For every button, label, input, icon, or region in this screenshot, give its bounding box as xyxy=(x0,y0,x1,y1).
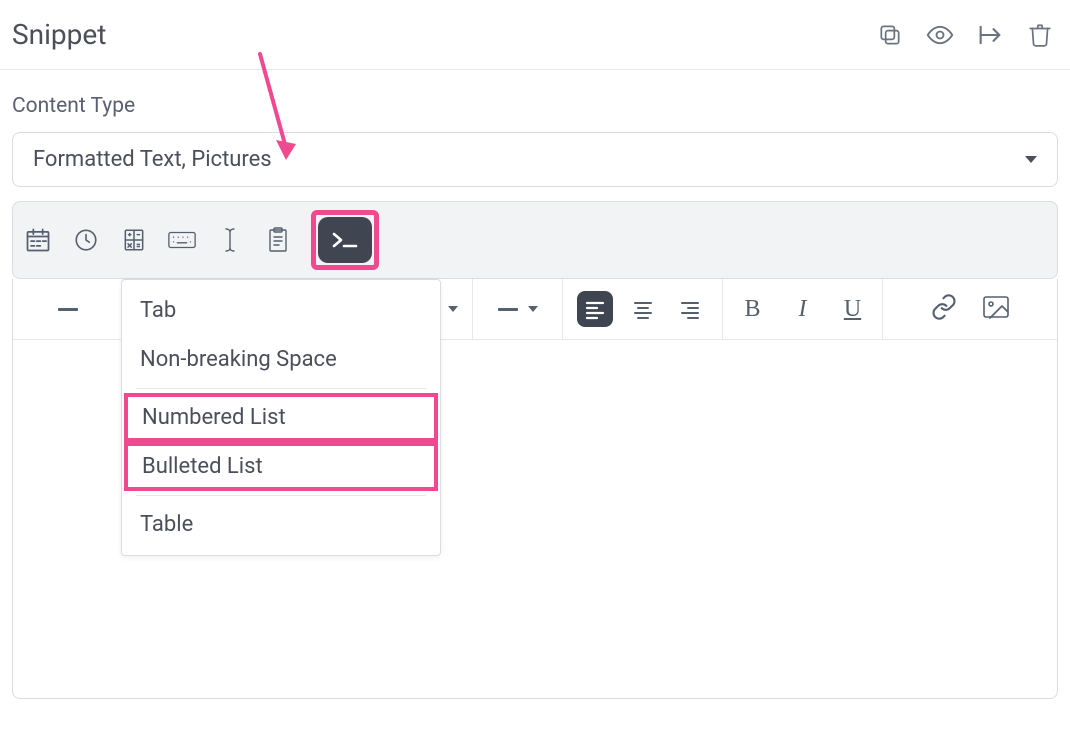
clipboard-icon xyxy=(266,226,290,254)
alignment-group xyxy=(563,279,723,339)
insert-cursor-button[interactable] xyxy=(215,225,245,255)
insert-clipboard-button[interactable] xyxy=(263,225,293,255)
insert-image-button[interactable] xyxy=(982,295,1010,323)
align-center-icon xyxy=(631,297,655,321)
align-left-button[interactable] xyxy=(577,291,613,327)
line-style-select[interactable] xyxy=(473,279,563,339)
bold-button[interactable]: B xyxy=(738,296,768,323)
calendar-icon xyxy=(24,226,52,254)
content-type-value: Formatted Text, Pictures xyxy=(33,147,272,172)
dropdown-item-nbsp[interactable]: Non-breaking Space xyxy=(122,335,440,384)
format-toolbar: B I U Tab Non-breaking Space Numbered Li… xyxy=(12,279,1058,339)
export-button[interactable] xyxy=(976,21,1004,49)
insert-math-button[interactable] xyxy=(119,225,149,255)
link-icon xyxy=(930,293,958,321)
dropdown-item-bulleted-list[interactable]: Bulleted List xyxy=(124,442,438,491)
font-size-stepper[interactable] xyxy=(13,279,123,339)
align-right-icon xyxy=(678,297,702,321)
underline-button[interactable]: U xyxy=(838,296,868,323)
calculator-icon xyxy=(121,227,147,253)
text-style-group: B I U xyxy=(723,279,883,339)
export-arrow-icon xyxy=(976,21,1004,49)
dropdown-item-tab[interactable]: Tab xyxy=(122,286,440,335)
align-right-button[interactable] xyxy=(672,291,708,327)
clock-icon xyxy=(73,227,99,253)
content-type-select[interactable]: Formatted Text, Pictures xyxy=(12,132,1058,187)
insert-special-button[interactable] xyxy=(318,217,372,263)
chevron-down-icon xyxy=(528,306,538,312)
align-center-button[interactable] xyxy=(625,291,661,327)
insert-toolbar xyxy=(12,201,1058,279)
delete-button[interactable] xyxy=(1026,21,1054,49)
insert-time-button[interactable] xyxy=(71,225,101,255)
page-title: Snippet xyxy=(12,18,106,51)
header-actions xyxy=(876,21,1054,49)
header-bar: Snippet xyxy=(0,0,1070,70)
trash-icon xyxy=(1027,22,1053,48)
copy-icon xyxy=(877,22,903,48)
insert-date-button[interactable] xyxy=(23,225,53,255)
align-left-icon xyxy=(583,297,607,321)
keyboard-icon xyxy=(167,228,197,252)
dropdown-item-table[interactable]: Table xyxy=(122,500,440,549)
terminal-icon xyxy=(328,226,362,254)
dropdown-separator xyxy=(136,388,426,389)
copy-button[interactable] xyxy=(876,21,904,49)
chevron-down-icon xyxy=(1025,156,1037,163)
preview-button[interactable] xyxy=(926,21,954,49)
dropdown-item-numbered-list[interactable]: Numbered List xyxy=(124,393,438,442)
insert-group xyxy=(883,279,1057,339)
chevron-down-icon xyxy=(448,306,458,312)
insert-terminal-highlight xyxy=(311,210,379,270)
minus-icon xyxy=(58,308,78,311)
insert-special-dropdown: Tab Non-breaking Space Numbered List Bul… xyxy=(121,279,441,556)
dropdown-separator xyxy=(136,495,426,496)
eye-icon xyxy=(926,20,954,50)
content-type-label: Content Type xyxy=(0,70,1070,132)
italic-button[interactable]: I xyxy=(788,296,818,323)
minus-icon xyxy=(498,308,518,311)
text-cursor-icon xyxy=(220,226,240,254)
image-icon xyxy=(982,295,1010,319)
insert-link-button[interactable] xyxy=(930,293,958,325)
insert-key-button[interactable] xyxy=(167,225,197,255)
